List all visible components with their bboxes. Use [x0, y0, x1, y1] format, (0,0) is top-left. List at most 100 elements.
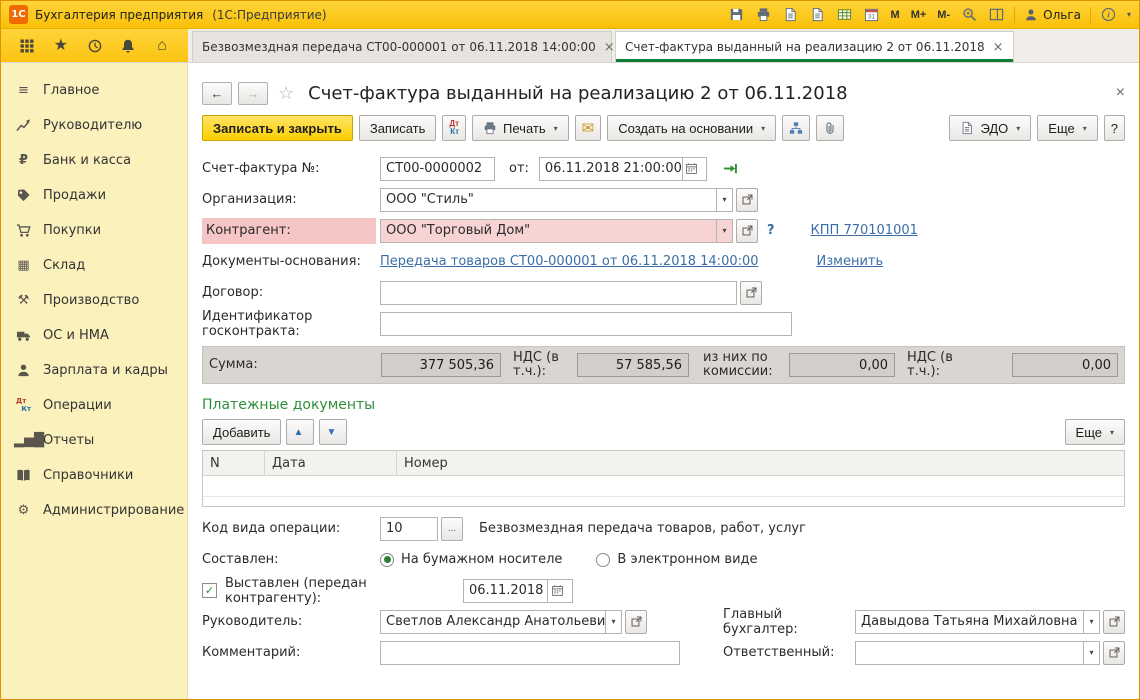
dt-kt-button[interactable]: Дт Кт [442, 115, 467, 141]
radio-paper[interactable] [380, 552, 394, 567]
dropdown-button[interactable]: ▾ [716, 218, 733, 243]
back-button[interactable]: ← [202, 81, 232, 105]
payment-table-row[interactable] [203, 476, 1124, 497]
email-button[interactable]: ✉ [574, 115, 602, 141]
attachments-button[interactable] [816, 115, 845, 141]
sidebar-item-administration[interactable]: ⚙ Администрирование [1, 493, 187, 528]
sidebar-item-fixed-assets[interactable]: ОС и НМА [1, 318, 187, 353]
book-icon [14, 468, 33, 483]
sidebar-item-production[interactable]: ⚒ Производство [1, 283, 187, 318]
more-button[interactable]: Еще ▾ [1037, 115, 1098, 141]
move-down-button[interactable]: ▼ [319, 419, 348, 445]
sidebar-item-warehouse[interactable]: ▦ Склад [1, 248, 187, 283]
issued-label[interactable]: Выставлен (передан контрагенту): [225, 576, 463, 606]
sidebar-item-reports[interactable]: ▂▅█ Отчеты [1, 423, 187, 458]
sidebar-item-manager[interactable]: Руководителю [1, 108, 187, 143]
print-preview-button[interactable] [782, 6, 800, 24]
kpp-link[interactable]: КПП 770101001 [811, 223, 918, 238]
operation-code-input[interactable]: 10 [380, 516, 438, 541]
date-calendar-button[interactable] [681, 157, 701, 180]
memory-m-button[interactable]: M [890, 9, 901, 21]
memory-m-minus-button[interactable]: M- [936, 9, 951, 21]
print-button[interactable]: Печать ▾ [472, 115, 569, 141]
comment-input[interactable] [380, 640, 680, 665]
favorite-star-icon[interactable]: ☆ [278, 83, 294, 104]
tab-close-icon[interactable]: × [604, 40, 615, 55]
sidebar-item-main[interactable]: ≡ Главное [1, 73, 187, 108]
sidebar-item-bank-cash[interactable]: ₽ Банк и касса [1, 143, 187, 178]
sidebar-item-directories[interactable]: Справочники [1, 458, 187, 493]
dropdown-button[interactable]: ▾ [716, 187, 733, 212]
operation-code-select-button[interactable]: ... [441, 516, 463, 541]
organization-open-button[interactable] [736, 187, 758, 212]
save-button[interactable] [728, 6, 746, 24]
show-table-button[interactable] [836, 6, 854, 24]
home-button[interactable]: ⌂ [152, 36, 172, 56]
info-button[interactable] [1100, 6, 1118, 24]
save-and-close-button[interactable]: Записать и закрыть [202, 115, 353, 141]
commission-value[interactable]: 0,00 [789, 353, 895, 377]
close-document-button[interactable]: × [1116, 84, 1125, 102]
window-mode-button[interactable] [987, 6, 1005, 24]
counterparty-select[interactable]: ООО "Торговый Дом" ▾ [380, 218, 733, 243]
manager-select[interactable]: Светлов Александр Анатольевич ▾ [380, 609, 622, 634]
tool-panel: ★ ⌂ [1, 29, 188, 62]
manager-open-button[interactable] [625, 609, 647, 634]
contract-open-button[interactable] [740, 280, 762, 305]
issued-calendar-button[interactable] [547, 579, 567, 602]
basis-document-link[interactable]: Передача товаров СТ00-000001 от 06.11.20… [380, 254, 759, 269]
contract-input[interactable] [380, 280, 737, 305]
responsible-open-button[interactable] [1103, 640, 1125, 665]
radio-paper-label[interactable]: На бумажном носителе [401, 552, 562, 567]
counterparty-help-link[interactable]: ? [767, 223, 775, 238]
sidebar-item-purchases[interactable]: Покупки [1, 213, 187, 248]
tab-transfer-document[interactable]: Безвозмездная передача СТ00-000001 от 06… [192, 31, 615, 62]
structure-button[interactable] [782, 115, 811, 141]
tab-close-icon[interactable]: × [993, 40, 1004, 55]
print-button[interactable] [755, 6, 773, 24]
dropdown-button[interactable]: ▾ [1083, 640, 1100, 665]
favorites-button[interactable]: ★ [51, 36, 71, 56]
sum-value[interactable]: 377 505,36 [381, 353, 501, 377]
calendar-button[interactable] [863, 6, 881, 24]
radio-electronic[interactable] [596, 552, 611, 567]
dropdown-button[interactable]: ▾ [605, 609, 622, 634]
notifications-button[interactable] [118, 36, 138, 56]
info-menu-chevron-icon[interactable]: ▾ [1127, 10, 1131, 19]
memory-m-plus-button[interactable]: M+ [910, 9, 928, 21]
chief-accountant-select[interactable]: Давыдова Татьяна Михайловна ▾ [855, 609, 1100, 634]
forward-button[interactable]: → [238, 81, 268, 105]
zoom-button[interactable] [960, 6, 978, 24]
current-user[interactable]: Ольга [1024, 8, 1081, 22]
vat2-value[interactable]: 0,00 [1012, 353, 1118, 377]
payment-commands: Добавить ▲ ▼ Еще ▾ [202, 419, 1125, 445]
vat-value[interactable]: 57 585,56 [577, 353, 689, 377]
gov-contract-input[interactable] [380, 311, 792, 336]
save-button[interactable]: Записать [358, 115, 437, 141]
help-button[interactable]: ? [1103, 115, 1125, 141]
date-input[interactable]: 06.11.2018 21:00:00 [538, 156, 707, 181]
issued-date-input[interactable]: 06.11.2018 [463, 578, 573, 603]
sidebar-item-operations[interactable]: Дт Кт Операции [1, 388, 187, 423]
sidebar-item-payroll-hr[interactable]: Зарплата и кадры [1, 353, 187, 388]
document-journal-button[interactable] [809, 6, 827, 24]
apps-menu-button[interactable] [17, 36, 37, 56]
sidebar-item-sales[interactable]: Продажи [1, 178, 187, 213]
related-documents-button[interactable] [723, 161, 738, 176]
move-up-button[interactable]: ▲ [286, 419, 315, 445]
responsible-select[interactable]: ▾ [855, 640, 1100, 665]
edo-button[interactable]: ЭДО ▾ [949, 115, 1032, 141]
tab-invoice-document[interactable]: Счет-фактура выданный на реализацию 2 от… [615, 31, 1014, 62]
organization-select[interactable]: ООО "Стиль" ▾ [380, 187, 733, 212]
history-button[interactable] [85, 36, 105, 56]
change-basis-link[interactable]: Изменить [817, 254, 884, 269]
chief-accountant-open-button[interactable] [1103, 609, 1125, 634]
radio-electronic-label[interactable]: В электронном виде [617, 552, 757, 567]
create-on-base-button[interactable]: Создать на основании ▾ [607, 115, 777, 141]
dropdown-button[interactable]: ▾ [1083, 609, 1100, 634]
invoice-number-input[interactable]: СТ00-0000002 [380, 156, 495, 181]
payment-more-button[interactable]: Еще ▾ [1064, 419, 1125, 445]
counterparty-open-button[interactable] [736, 218, 758, 243]
issued-checkbox[interactable]: ✓ [202, 583, 217, 598]
add-row-button[interactable]: Добавить [202, 419, 282, 445]
